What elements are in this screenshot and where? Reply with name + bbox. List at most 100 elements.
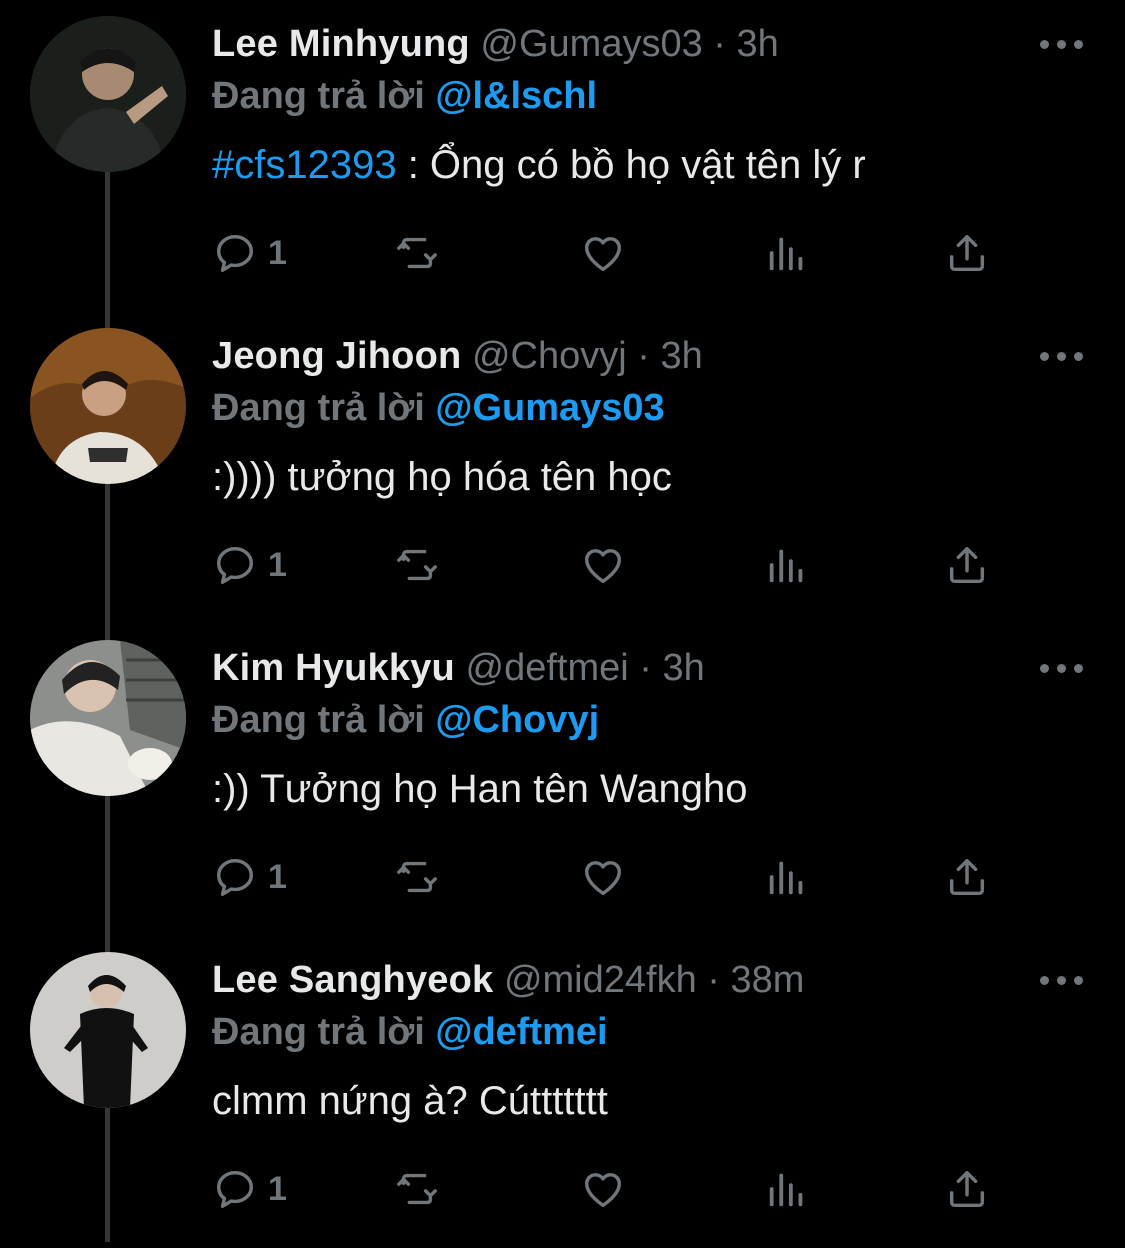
display-name[interactable]: Lee Minhyung	[212, 23, 470, 65]
tweet-header: Jeong Jihoon @Chovyj · 3h	[212, 332, 703, 380]
views-icon	[764, 854, 810, 900]
replying-to: Đang trả lời @Gumays03	[212, 384, 665, 432]
timestamp[interactable]: 38m	[730, 959, 804, 1001]
views-button[interactable]	[764, 540, 810, 590]
reply-button[interactable]: 1	[212, 540, 287, 590]
retweet-button[interactable]	[394, 852, 440, 902]
reply-button[interactable]: 1	[212, 1164, 287, 1214]
replying-to-handle[interactable]: @l&lschl	[435, 75, 597, 117]
retweet-icon	[394, 542, 440, 588]
retweet-button[interactable]	[394, 1164, 440, 1214]
replying-to-label: Đang trả lời	[212, 387, 425, 429]
avatar[interactable]	[30, 16, 186, 172]
replying-to: Đang trả lời @l&lschl	[212, 72, 597, 120]
heart-icon	[580, 542, 626, 588]
tweet-body-text: clmm nứng à? Cúttttttt	[212, 1079, 608, 1123]
reply-icon	[212, 1166, 258, 1212]
handle[interactable]: @mid24fkh	[504, 959, 697, 1001]
more-icon[interactable]	[1040, 40, 1084, 52]
reply-icon	[212, 542, 258, 588]
more-icon[interactable]	[1040, 352, 1084, 364]
avatar[interactable]	[30, 952, 186, 1108]
share-icon	[944, 542, 990, 588]
reply-count: 1	[268, 857, 287, 896]
replying-to: Đang trả lời @deftmei	[212, 1008, 608, 1056]
action-bar: 1	[212, 540, 1012, 590]
reply-count: 1	[268, 233, 287, 272]
like-button[interactable]	[580, 228, 626, 278]
like-button[interactable]	[580, 1164, 626, 1214]
replying-to-handle[interactable]: @deftmei	[435, 1011, 607, 1053]
replying-to-handle[interactable]: @Gumays03	[435, 387, 664, 429]
handle[interactable]: @Chovyj	[472, 335, 627, 377]
retweet-button[interactable]	[394, 228, 440, 278]
more-icon[interactable]	[1040, 976, 1084, 988]
tweet[interactable]: Jeong Jihoon @Chovyj · 3h Đang trả lời @…	[0, 312, 1125, 624]
more-icon[interactable]	[1040, 664, 1084, 676]
handle[interactable]: @deftmei	[466, 647, 629, 689]
avatar[interactable]	[30, 640, 186, 796]
replying-to-label: Đang trả lời	[212, 699, 425, 741]
reply-count: 1	[268, 1169, 287, 1208]
retweet-button[interactable]	[394, 540, 440, 590]
separator: ·	[637, 335, 650, 377]
action-bar: 1	[212, 228, 1012, 278]
display-name[interactable]: Kim Hyukkyu	[212, 647, 455, 689]
like-button[interactable]	[580, 852, 626, 902]
tweet-header: Lee Sanghyeok @mid24fkh · 38m	[212, 956, 804, 1004]
heart-icon	[580, 230, 626, 276]
retweet-icon	[394, 230, 440, 276]
handle[interactable]: @Gumays03	[480, 23, 702, 65]
display-name[interactable]: Lee Sanghyeok	[212, 959, 493, 1001]
share-icon	[944, 230, 990, 276]
views-button[interactable]	[764, 852, 810, 902]
share-icon	[944, 1166, 990, 1212]
tweet-body-text: : Ổng có bồ họ vật tên lý r	[396, 143, 866, 187]
timestamp[interactable]: 3h	[737, 23, 779, 65]
heart-icon	[580, 854, 626, 900]
action-bar: 1	[212, 852, 1012, 902]
replying-to-label: Đang trả lời	[212, 1011, 425, 1053]
tweet-body-text: :)) Tưởng họ Han tên Wangho	[212, 767, 748, 811]
tweet-text: :)) Tưởng họ Han tên Wangho	[212, 764, 748, 814]
reply-button[interactable]: 1	[212, 852, 287, 902]
replying-to-label: Đang trả lời	[212, 75, 425, 117]
tweet[interactable]: Lee Sanghyeok @mid24fkh · 38m Đang trả l…	[0, 936, 1125, 1248]
replying-to-handle[interactable]: @Chovyj	[435, 699, 599, 741]
avatar[interactable]	[30, 328, 186, 484]
display-name[interactable]: Jeong Jihoon	[212, 335, 461, 377]
views-icon	[764, 1166, 810, 1212]
tweet-text: #cfs12393 : Ổng có bồ họ vật tên lý r	[212, 140, 866, 190]
share-button[interactable]	[944, 228, 990, 278]
timestamp[interactable]: 3h	[663, 647, 705, 689]
share-button[interactable]	[944, 852, 990, 902]
separator: ·	[639, 647, 652, 689]
reply-icon	[212, 230, 258, 276]
views-button[interactable]	[764, 228, 810, 278]
retweet-icon	[394, 854, 440, 900]
views-icon	[764, 542, 810, 588]
share-button[interactable]	[944, 540, 990, 590]
retweet-icon	[394, 1166, 440, 1212]
views-icon	[764, 230, 810, 276]
tweet-header: Lee Minhyung @Gumays03 · 3h	[212, 20, 779, 68]
reply-count: 1	[268, 545, 287, 584]
tweet-text: :)))) tưởng họ hóa tên học	[212, 452, 672, 502]
reply-button[interactable]: 1	[212, 228, 287, 278]
tweet[interactable]: Lee Minhyung @Gumays03 · 3h Đang trả lời…	[0, 0, 1125, 312]
like-button[interactable]	[580, 540, 626, 590]
tweet-body-text: :)))) tưởng họ hóa tên học	[212, 455, 672, 499]
views-button[interactable]	[764, 1164, 810, 1214]
reply-icon	[212, 854, 258, 900]
tweet-header: Kim Hyukkyu @deftmei · 3h	[212, 644, 705, 692]
tweet[interactable]: Kim Hyukkyu @deftmei · 3h Đang trả lời @…	[0, 624, 1125, 936]
tweet-text: clmm nứng à? Cúttttttt	[212, 1076, 608, 1126]
action-bar: 1	[212, 1164, 1012, 1214]
heart-icon	[580, 1166, 626, 1212]
share-icon	[944, 854, 990, 900]
timestamp[interactable]: 3h	[660, 335, 702, 377]
share-button[interactable]	[944, 1164, 990, 1214]
separator: ·	[707, 959, 720, 1001]
hashtag-link[interactable]: #cfs12393	[212, 143, 397, 187]
separator: ·	[713, 23, 726, 65]
